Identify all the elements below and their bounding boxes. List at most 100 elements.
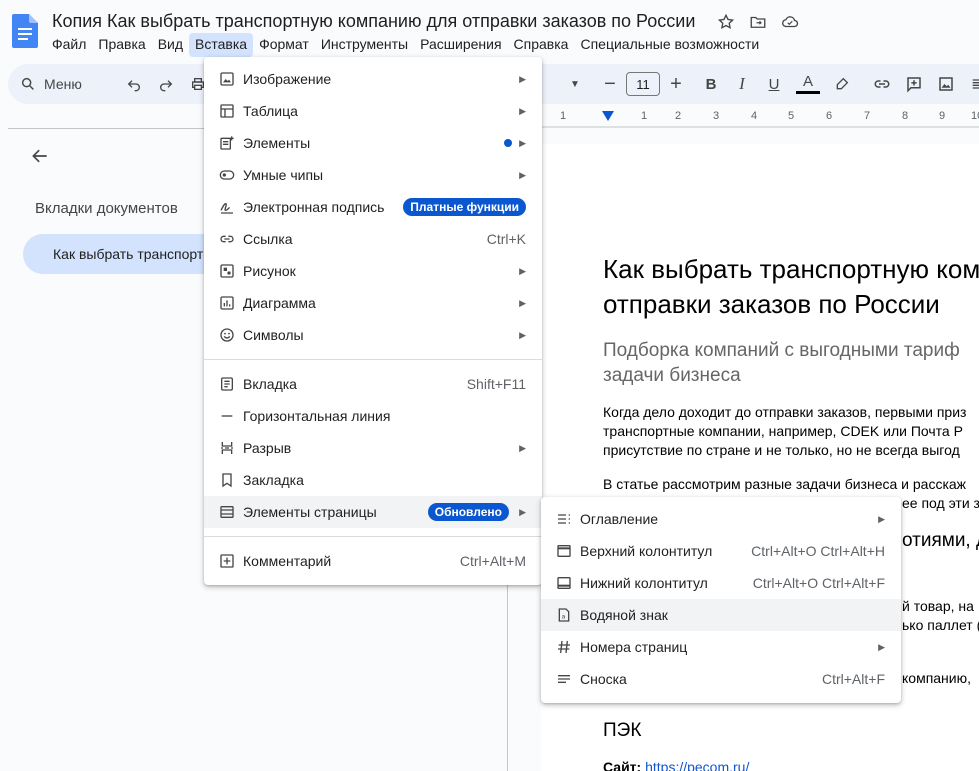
menu-tools[interactable]: Инструменты [315,33,414,57]
back-arrow-icon[interactable] [30,146,50,166]
menubar: Файл Правка Вид Вставка Формат Инструмен… [46,33,765,57]
menu-file[interactable]: Файл [46,33,92,57]
ruler-number: 4 [751,110,758,122]
font-dropdown-chevron-icon[interactable]: ▼ [563,72,587,96]
menu-item-symbols[interactable]: Символы ▶ [204,319,542,351]
add-comment-icon[interactable] [902,72,926,96]
menu-item-link[interactable]: Ссылка Ctrl+K [204,223,542,255]
text-color-swatch [796,90,820,94]
bold-button[interactable]: B [699,72,723,96]
menu-item-smart-chips[interactable]: Умные чипы ▶ [204,159,542,191]
menu-item-shortcut: Ctrl+Alt+M [459,553,526,569]
ruler-number: 1 [560,110,567,122]
italic-button[interactable]: I [730,72,754,96]
submenu-item-table-of-contents[interactable]: Оглавление ▶ [541,503,901,535]
menu-item-comment[interactable]: Комментарий Ctrl+Alt+M [204,545,542,577]
header-icon [555,542,573,560]
menu-item-chart[interactable]: Диаграмма ▶ [204,287,542,319]
menu-item-table[interactable]: Таблица ▶ [204,95,542,127]
menu-item-horizontal-line[interactable]: Горизонтальная линия [204,400,542,432]
menu-item-esignature[interactable]: Электронная подпись Платные функции [204,191,542,223]
increase-font-size-button[interactable]: + [664,72,688,96]
star-icon[interactable] [716,12,736,32]
text-color-button[interactable]: A [796,72,820,96]
submenu-item-footnote[interactable]: Сноска Ctrl+Alt+F [541,663,901,695]
submenu-arrow-icon: ▶ [519,329,526,340]
menu-item-building-blocks[interactable]: Элементы ▶ [204,127,542,159]
menu-edit[interactable]: Правка [92,33,151,57]
menu-item-page-elements[interactable]: Элементы страницы Обновлено ▶ [204,496,542,528]
menu-help[interactable]: Справка [508,33,575,57]
drawing-icon [218,262,236,280]
ruler-number: 10 [971,110,979,122]
google-docs-logo-icon[interactable] [12,14,38,48]
horizontal-ruler[interactable]: 1 1 2 3 4 5 6 7 8 9 10 [541,108,979,128]
menu-item-label: Рисунок [243,263,296,279]
paragraph-line: присутствие по стране и не только, но не… [603,442,960,458]
insert-link-icon[interactable] [870,72,894,96]
menu-item-label: Разрыв [243,440,292,456]
redo-icon[interactable] [154,72,178,96]
search-icon [21,77,34,90]
submenu-item-header[interactable]: Верхний колонтитул Ctrl+Alt+O Ctrl+Alt+H [541,535,901,567]
site-label: Сайт: [603,759,642,771]
elements-icon [218,134,236,152]
menu-accessibility[interactable]: Специальные возможности [574,33,765,57]
decrease-font-size-button[interactable]: − [598,72,622,96]
submenu-arrow-icon: ▶ [519,442,526,453]
move-folder-icon[interactable] [748,12,768,32]
tab-icon [218,375,236,393]
menu-search[interactable]: Меню [20,72,108,96]
add-comment-icon [218,552,236,570]
menu-item-break[interactable]: Разрыв ▶ [204,432,542,464]
submenu-item-footer[interactable]: Нижний колонтитул Ctrl+Alt+O Ctrl+Alt+F [541,567,901,599]
paragraph-fragment: ько паллет ( [902,617,979,633]
menu-item-label: Верхний колонтитул [580,543,713,559]
menu-view[interactable]: Вид [152,33,189,57]
emoji-icon [218,326,236,344]
insert-image-icon[interactable] [934,72,958,96]
site-link[interactable]: https://pecom.ru/ [645,759,749,771]
submenu-arrow-icon: ▶ [878,641,885,652]
menu-item-drawing[interactable]: Рисунок ▶ [204,255,542,287]
menu-item-label: Таблица [243,103,298,119]
image-icon [218,70,236,88]
submenu-item-page-numbers[interactable]: Номера страниц ▶ [541,631,901,663]
ruler-number: 2 [675,110,682,122]
cloud-status-icon[interactable] [780,12,800,32]
menu-extensions[interactable]: Расширения [414,33,507,57]
menu-item-tab[interactable]: Вкладка Shift+F11 [204,368,542,400]
underline-button[interactable]: U [762,72,786,96]
menu-item-shortcut: Ctrl+Alt+O Ctrl+Alt+H [751,543,885,559]
menu-item-shortcut: Shift+F11 [466,376,526,392]
menu-item-bookmark[interactable]: Закладка [204,464,542,496]
text-color-letter: A [802,72,813,90]
site-line: Сайт: https://pecom.ru/ [603,758,749,771]
ruler-number: 8 [902,110,909,122]
menu-item-label: Нижний колонтитул [580,575,708,591]
smart-chips-icon [218,166,236,184]
horizontal-line-icon [218,407,236,425]
menu-insert[interactable]: Вставка [189,33,254,57]
subtitle-line: задачи бизнеса [603,365,741,386]
sidebar-heading: Вкладки документов [35,200,178,217]
font-size-input[interactable]: 11 [626,72,660,96]
menu-item-label: Ссылка [243,231,293,247]
break-icon [218,439,236,457]
bookmark-icon [218,471,236,489]
menu-format[interactable]: Формат [253,33,315,57]
chart-icon [218,294,236,312]
menu-item-label: Закладка [243,472,304,488]
heading-line: Как выбрать транспортную ком [603,254,979,284]
menu-item-image[interactable]: Изображение ▶ [204,63,542,95]
highlight-pen-icon[interactable] [830,72,854,96]
menu-item-label: Изображение [243,71,332,87]
document-heading: Как выбрать транспортную ком отправки за… [603,252,979,322]
align-icon[interactable] [966,72,979,96]
menu-item-label: Диаграмма [243,295,316,311]
menu-item-label: Водяной знак [580,607,668,623]
submenu-item-watermark[interactable]: a Водяной знак [541,599,901,631]
signature-icon [218,198,236,216]
undo-icon[interactable] [122,72,146,96]
document-title[interactable]: Копия Как выбрать транспортную компанию … [52,11,695,32]
